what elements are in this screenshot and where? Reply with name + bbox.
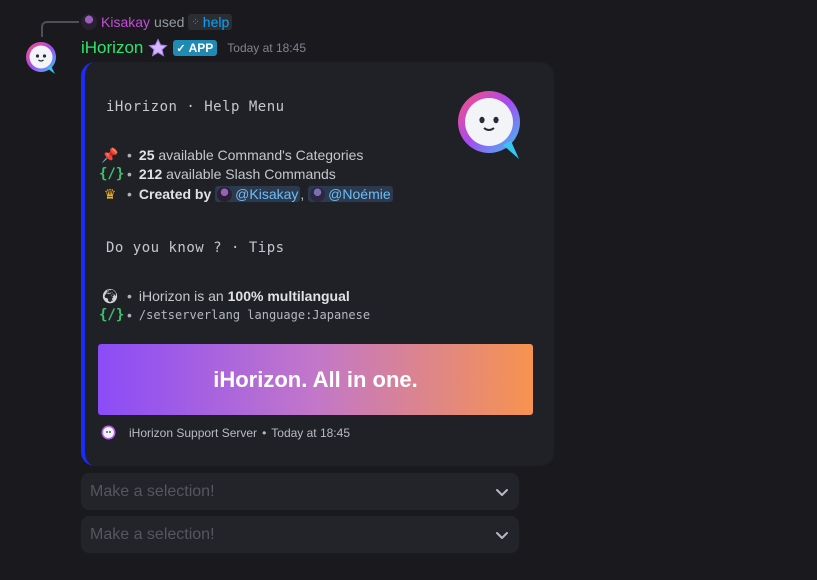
footer-timestamp: Today at 18:45 (271, 426, 350, 440)
mention-kisakay[interactable]: @Kisakay (215, 186, 301, 202)
bullet: • (127, 186, 132, 202)
tip-line: 🌍︎ • iHorizon is an 100% multilangual (99, 287, 350, 305)
bot-avatar[interactable] (25, 40, 59, 76)
embed-title: iHorizon · Help Menu (106, 99, 285, 115)
created-by-label: Created by (138, 186, 212, 202)
reply-username[interactable]: Kisakay (101, 14, 150, 30)
reply-reference[interactable]: Kisakay used ⁘ help (81, 12, 233, 32)
chevron-down-icon (496, 488, 508, 496)
bullet: • (127, 166, 132, 182)
bot-username[interactable]: iHorizon (81, 38, 143, 58)
message-header: iHorizon ✓ APP Today at 18:45 (81, 37, 306, 59)
embed-footer: iHorizon Support Server • Today at 18:45 (101, 425, 350, 441)
embed-banner-image[interactable]: iHorizon. All in one. (98, 344, 533, 415)
tip-command-line: {/} • /setserverlang language:Japanese (99, 306, 370, 324)
footer-separator: • (262, 426, 267, 440)
mention-label: @Noémie (328, 186, 391, 202)
select-placeholder: Make a selection! (90, 482, 215, 500)
reply-used-text: used (154, 14, 185, 30)
stat-line-categories: 📌 • 25 available Command's Categories (99, 146, 363, 164)
bullet: • (127, 288, 132, 304)
reply-user-avatar[interactable] (81, 14, 97, 30)
categories-count: 25 (138, 147, 155, 163)
command-name: help (202, 14, 230, 30)
app-badge-label: APP (188, 41, 214, 55)
footer-text: iHorizon Support Server (129, 426, 258, 440)
checkmark-icon: ✓ (176, 42, 186, 55)
banner-text: iHorizon. All in one. (213, 366, 418, 392)
commands-count: 212 (138, 166, 163, 182)
footer-bot-icon (101, 425, 116, 440)
message-timestamp: Today at 18:45 (227, 41, 306, 55)
globe-icon: 🌍︎ (101, 287, 119, 304)
tip-command[interactable]: /setserverlang language:Japanese (139, 308, 370, 322)
creators-separator: , (300, 186, 305, 202)
crown-icon: ♛ (103, 185, 117, 202)
select-menu-1[interactable]: Make a selection! (81, 473, 519, 510)
mention-label: @Kisakay (235, 186, 299, 202)
embed-thumbnail[interactable] (457, 89, 525, 161)
command-tag[interactable]: ⁘ help (188, 14, 233, 30)
stat-line-creators: ♛ • Created by @Kisakay , @Noémie (99, 185, 393, 203)
tips-title: Do you know ? · Tips (106, 240, 285, 256)
app-badge: ✓ APP (173, 40, 218, 56)
stat-line-commands: {/} • 212 available Slash Commands (99, 165, 336, 183)
mention-noemie[interactable]: @Noémie (308, 186, 393, 202)
select-placeholder: Make a selection! (90, 525, 215, 543)
braces-icon: {/} (99, 307, 125, 323)
slash-command-icon: ⁘ (191, 16, 200, 28)
help-embed: iHorizon · Help Menu 📌 • 25 available Co… (81, 62, 554, 466)
tip-prefix: iHorizon is an (138, 288, 224, 304)
reply-connector (41, 21, 79, 37)
bullet: • (127, 307, 132, 323)
commands-text: available Slash Commands (166, 166, 336, 182)
tip-bold: 100% multilangual (227, 288, 350, 304)
bullet: • (127, 147, 132, 163)
mention-avatar (310, 186, 326, 202)
pushpin-icon: 📌 (101, 146, 119, 163)
select-menu-2[interactable]: Make a selection! (81, 516, 519, 553)
mention-avatar (217, 186, 233, 202)
chevron-down-icon (496, 531, 508, 539)
star-icon (148, 38, 169, 57)
braces-icon: {/} (99, 166, 125, 182)
categories-text: available Command's Categories (158, 147, 364, 163)
